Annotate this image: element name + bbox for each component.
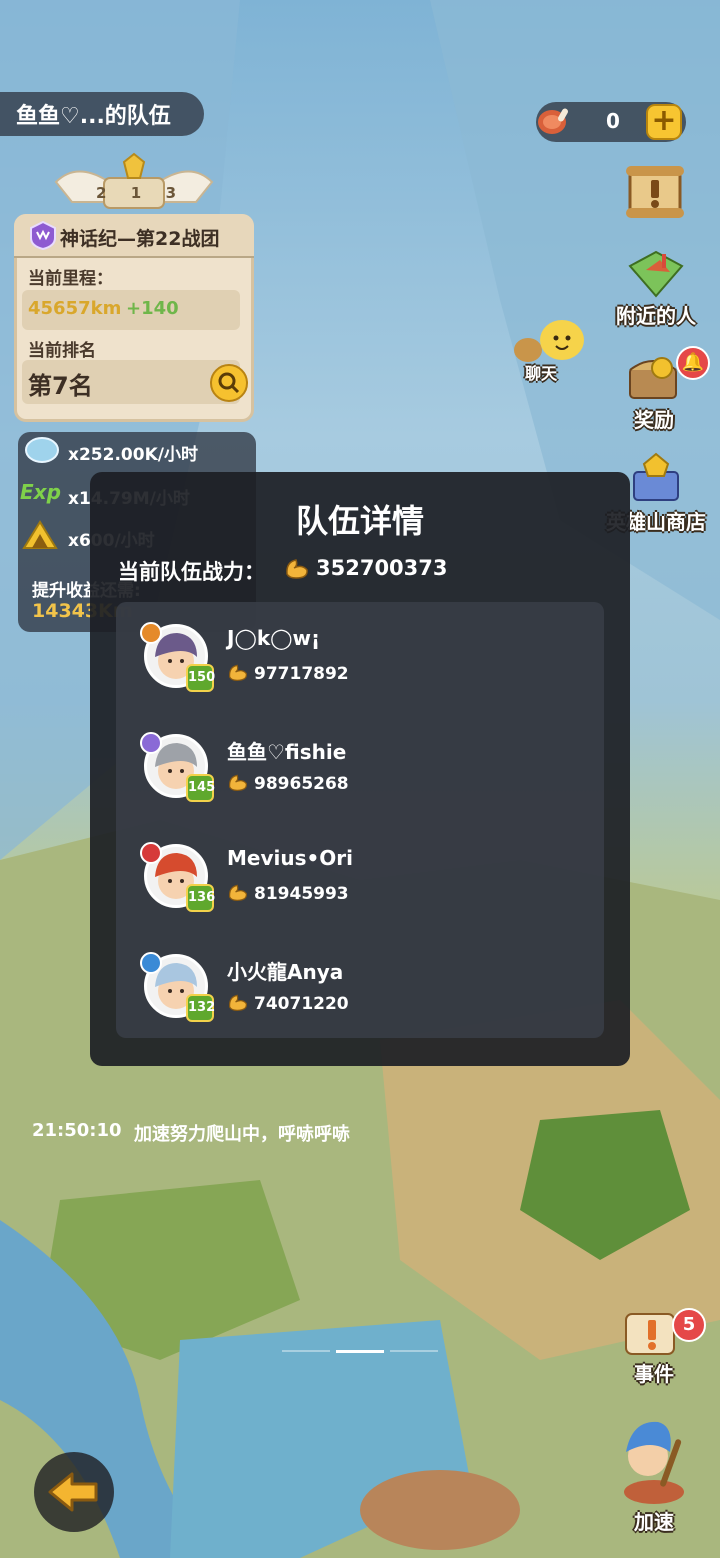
member-level-badge: 136 [186, 884, 215, 912]
class-emblem-icon [140, 952, 162, 974]
member-level-badge: 132 [186, 994, 215, 1022]
podium-first: 1 [130, 184, 142, 202]
event-label[interactable]: 事件 [614, 1358, 694, 1387]
exp-icon: Exp [20, 480, 61, 504]
reward-alert-bell-icon: 🔔 [676, 346, 710, 380]
class-emblem-icon [140, 732, 162, 754]
search-icon [218, 372, 240, 394]
rank-value: 第7名 [28, 372, 93, 400]
mountain-coin-icon [22, 520, 58, 549]
legion-trophy-icon [54, 152, 214, 209]
meat-icon [538, 108, 568, 134]
member-power: 74071220 [254, 994, 349, 1014]
power-arm-icon [228, 994, 247, 1011]
back-button[interactable] [34, 1452, 114, 1532]
crystal-icon [25, 437, 59, 463]
reward-label[interactable]: 奖励 [614, 404, 694, 433]
chat-bubble-icon[interactable] [510, 316, 586, 366]
team-name-pill[interactable]: 鱼鱼♡...的队伍 [0, 92, 204, 136]
member-level-badge: 145 [186, 774, 215, 802]
distance-delta: +140 [126, 298, 179, 319]
nearby-map-icon[interactable] [626, 246, 686, 300]
team-power-value: 352700373 [316, 556, 448, 580]
member-name: Mevius•Ori [227, 846, 354, 870]
distance-label: 当前里程： [28, 269, 113, 289]
member-power: 81945993 [254, 884, 349, 904]
back-arrow-icon [48, 1472, 98, 1512]
add-meat-button[interactable]: + [646, 104, 682, 140]
team-name: 鱼鱼♡...的队伍 [16, 104, 171, 129]
member-name: J◯k◯w¡ [227, 626, 321, 650]
class-emblem-icon [140, 842, 162, 864]
rank-label: 当前排名 [28, 341, 96, 361]
income-crystal: x252.00K/小时 [68, 445, 198, 465]
scroll-notice-icon[interactable] [624, 162, 686, 222]
podium-third: 3 [165, 184, 176, 202]
member-level-badge: 150 [186, 664, 215, 692]
speedup-label[interactable]: 加速 [614, 1506, 694, 1535]
log-time: 21:50:10 [32, 1120, 122, 1141]
member-name: 小火龍Anya [227, 960, 344, 984]
rank-search-button[interactable] [210, 364, 248, 402]
chat-label[interactable]: 聊天 [508, 360, 574, 384]
podium-second: 2 [96, 184, 107, 202]
power-arm-icon [228, 664, 247, 681]
team-power-label: 当前队伍战力： [118, 560, 265, 584]
power-arm-icon [228, 884, 247, 901]
nearby-label[interactable]: 附近的人 [604, 300, 708, 329]
shop-icon[interactable] [626, 452, 686, 504]
trophy-podium-digits: 2 1 3 [96, 184, 176, 202]
member-name: 鱼鱼♡fishie [227, 740, 347, 764]
speedup-hero-icon[interactable] [608, 1412, 698, 1508]
member-power: 98965268 [254, 774, 349, 794]
event-count-badge: 5 [672, 1308, 706, 1342]
legion-emblem-icon [30, 220, 56, 250]
modal-title: 队伍详情 [295, 502, 424, 540]
power-arm-icon [228, 774, 247, 791]
page-indicator [282, 1350, 438, 1353]
member-power: 97717892 [254, 664, 349, 684]
meat-value: 0 [606, 109, 620, 133]
legion-title: 神话纪—第22战团 [60, 228, 220, 250]
distance-value: 45657km [28, 298, 122, 319]
power-arm-icon [286, 559, 308, 579]
log-text: 加速努力爬山中，呼哧呼哧 [134, 1124, 350, 1145]
class-emblem-icon [140, 622, 162, 644]
